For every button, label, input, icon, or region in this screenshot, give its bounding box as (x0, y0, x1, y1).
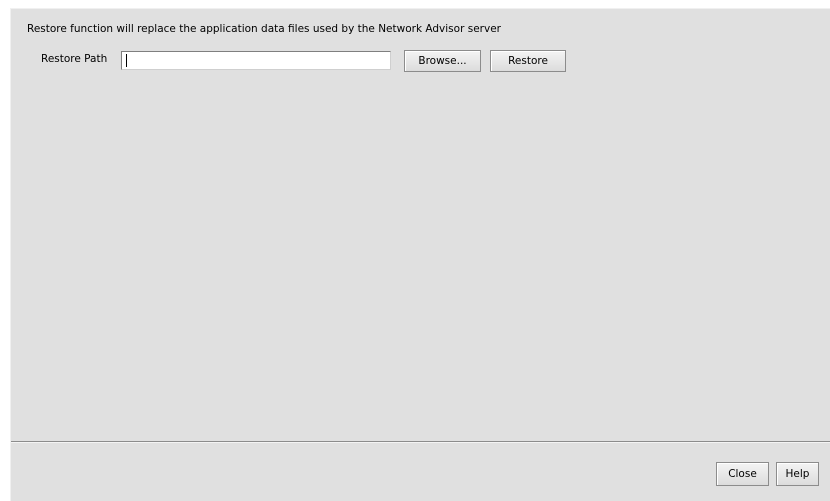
help-button[interactable]: Help (776, 462, 819, 486)
footer-divider (11, 441, 830, 443)
restore-path-label: Restore Path (41, 53, 108, 65)
text-caret (126, 54, 127, 67)
restore-dialog: Restore function will replace the applic… (10, 8, 830, 501)
restore-info-text: Restore function will replace the applic… (27, 23, 501, 35)
restore-button[interactable]: Restore (490, 50, 566, 72)
close-button[interactable]: Close (716, 462, 769, 486)
restore-path-input[interactable] (121, 51, 391, 70)
browse-button[interactable]: Browse... (404, 50, 481, 72)
